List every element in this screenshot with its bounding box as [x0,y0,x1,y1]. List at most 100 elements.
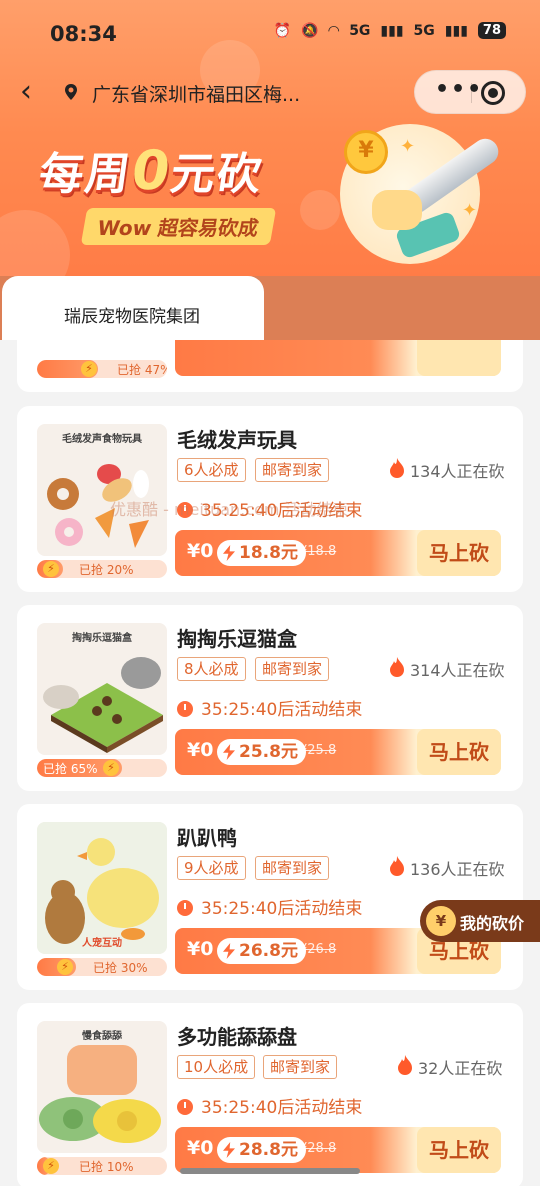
progress-bar: ⚡ 已抢 30% [37,958,167,976]
countdown: 35:25:40后活动结束 [177,894,362,919]
product-image: 毛绒发声食物玩具 [37,424,167,556]
lightning-icon [223,545,235,561]
current-price: ¥0 [187,1137,214,1159]
bargain-amount: 18.8元 [239,543,298,563]
location-pin-icon [65,84,77,100]
bolt-icon: ⚡ [103,760,119,776]
signal-icon: ▮▮▮ [444,22,468,39]
nav-bar: ‹ 广东省深圳市福田区梅... ••• [0,70,540,116]
product-card[interactable]: ⚡ 已抢 47% [17,340,523,392]
bargain-button[interactable]: 马上砍 [417,1127,501,1173]
fire-icon [398,1055,412,1075]
lightning-icon [223,943,235,959]
alarm-icon: ⏰ [273,22,291,39]
status-time: 08:34 [50,22,117,46]
price-bar: ¥0 28.8元 ¥28.8 马上砍 [175,1127,501,1173]
fire-icon [390,856,404,876]
bargain-button[interactable] [417,340,501,376]
lightning-icon [223,1142,235,1158]
price-bar [175,340,501,376]
product-name: 多功能舔舔盘 [177,1025,297,1049]
tag-delivery: 邮寄到家 [255,856,330,880]
cat-box-illustration [43,657,163,753]
progress-label: 已抢 47% [117,363,167,377]
current-price: ¥0 [187,938,214,960]
fire-icon [390,458,404,478]
bolt-icon: ⚡ [43,561,59,577]
tag-group-size: 6人必成 [177,458,246,482]
product-image: 掏掏乐逗猫盒 [37,623,167,755]
bargain-button[interactable]: 马上砍 [417,729,501,775]
product-image: 人宠互动 [37,822,167,954]
close-miniapp-icon[interactable] [481,81,505,105]
original-price: ¥26.8 [299,942,337,957]
product-card[interactable]: 人宠互动 ⚡ 已抢 30% 趴趴鸭 9人必成 邮寄到家 136人正在砍 35:2… [17,804,523,990]
price-bar: ¥0 18.8元 ¥18.8 马上砍 [175,530,501,576]
bargain-amount: 25.8元 [239,742,298,762]
progress-bar: 已抢 65% ⚡ [37,759,167,777]
back-button[interactable]: ‹ [20,77,32,107]
bargain-amount: 28.8元 [239,1140,298,1160]
yuan-icon: ¥ [426,906,456,936]
current-price: ¥0 [187,739,214,761]
countdown: 35:25:40后活动结束 [177,695,362,720]
product-image: 慢食舔舔 [37,1021,167,1153]
fire-icon [390,657,404,677]
alarm-clock-icon [177,701,193,717]
status-bar: 08:34 ⏰ 🔕 ◠ 5G ▮▮▮ 5G ▮▮▮ 78 [0,18,540,54]
bargaining-count: 134人正在砍 [410,462,505,481]
bargain-amount-chip: 28.8元 [217,1137,306,1163]
bargain-button[interactable]: 马上砍 [417,530,501,576]
banner-title: 每周0元砍 [36,138,269,202]
original-price: ¥28.8 [299,1141,337,1156]
alarm-clock-icon [177,900,193,916]
alarm-clock-icon [177,1099,193,1115]
hero-header: 08:34 ⏰ 🔕 ◠ 5G ▮▮▮ 5G ▮▮▮ 78 ‹ 广东省深圳市福田区… [0,0,540,300]
product-name: 趴趴鸭 [177,826,237,850]
bolt-icon: ⚡ [43,1158,59,1174]
tag-group-size: 8人必成 [177,657,246,681]
current-price: ¥0 [187,540,214,562]
my-bargains-button[interactable]: ¥ 我的砍价 [420,900,540,942]
original-price: ¥18.8 [299,544,337,559]
location-text[interactable]: 广东省深圳市福田区梅... [92,80,300,107]
status-icons: ⏰ 🔕 ◠ 5G ▮▮▮ 5G ▮▮▮ 78 [274,22,506,39]
countdown: 35:25:40后活动结束 [177,1093,362,1118]
signal-icon: ▮▮▮ [380,22,404,39]
home-indicator[interactable] [180,1168,360,1174]
more-icon[interactable]: ••• [435,77,483,102]
tag-delivery: 邮寄到家 [263,1055,338,1079]
tab-label: 瑞辰宠物医院集团 [64,307,200,327]
progress-bar: ⚡ 已抢 47% [37,360,167,378]
tag-delivery: 邮寄到家 [255,458,330,482]
bargain-amount: 26.8元 [239,941,298,961]
original-price: ¥25.8 [299,743,337,758]
progress-bar: ⚡ 已抢 20% [37,560,167,578]
mute-icon: 🔕 [300,22,319,39]
lick-mat-illustration [39,1045,161,1143]
progress-bar: ⚡ 已抢 10% [37,1157,167,1175]
countdown-text: 35:25:40后活动结束 [201,899,363,919]
capsule-divider [471,83,472,103]
plush-toys-illustration [47,464,149,548]
paw-decoration [300,190,340,230]
product-card[interactable]: 掏掏乐逗猫盒 已抢 65% ⚡ 掏掏乐逗猫盒 8人必成 邮寄到家 314人正在砍… [17,605,523,791]
bargaining-count: 136人正在砍 [410,860,505,879]
banner-subtitle: Wow 超容易砍成 [80,208,276,245]
wifi-icon: ◠ [328,22,340,39]
watermark: 优惠酷 - meituan.com 活动结束 [110,500,349,519]
bargain-amount-chip: 18.8元 [217,540,306,566]
banner-title-a: 每周 [35,149,135,200]
lightning-icon [223,744,235,760]
network-label: 5G [349,22,371,39]
battery-indicator: 78 [477,22,506,39]
product-name: 掏掏乐逗猫盒 [177,627,297,651]
progress-label: 已抢 10% [79,1160,134,1174]
bolt-icon: ⚡ [81,361,97,377]
fist-illustration [372,190,422,230]
network-label: 5G [413,22,435,39]
bolt-icon: ⚡ [57,959,73,975]
product-card[interactable]: 慢食舔舔 ⚡ 已抢 10% 多功能舔舔盘 10人必成 邮寄到家 32人正在砍 3… [17,1003,523,1186]
progress-label: 已抢 65% [43,762,98,776]
image-caption: 人宠互动 [82,938,122,949]
